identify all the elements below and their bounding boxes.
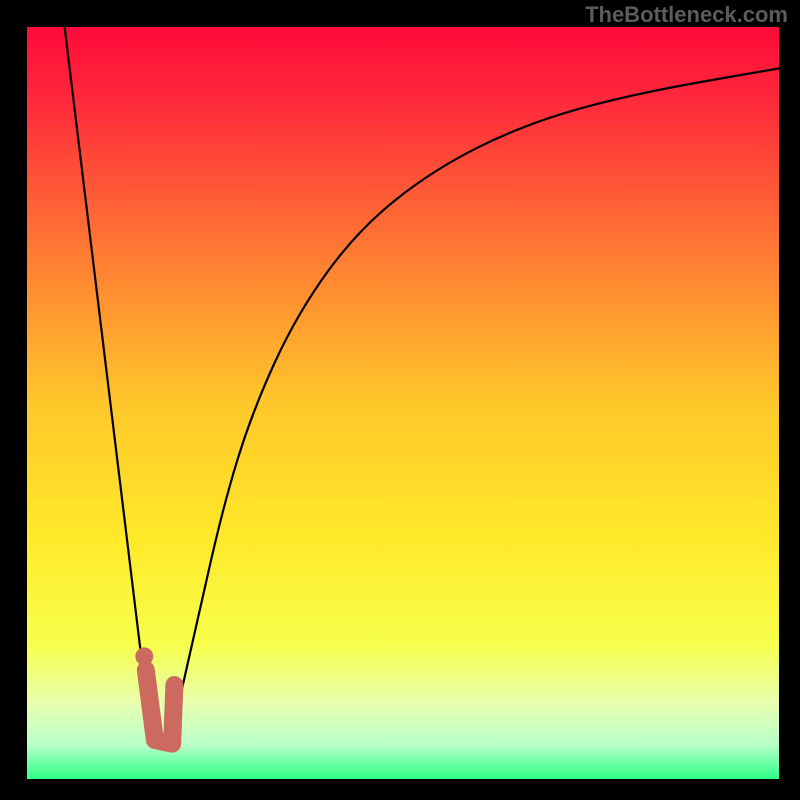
bottleneck-chart [0,0,800,800]
watermark-link[interactable]: TheBottleneck.com [585,2,788,28]
marker-dot [135,647,153,665]
chart-container: TheBottleneck.com [0,0,800,800]
